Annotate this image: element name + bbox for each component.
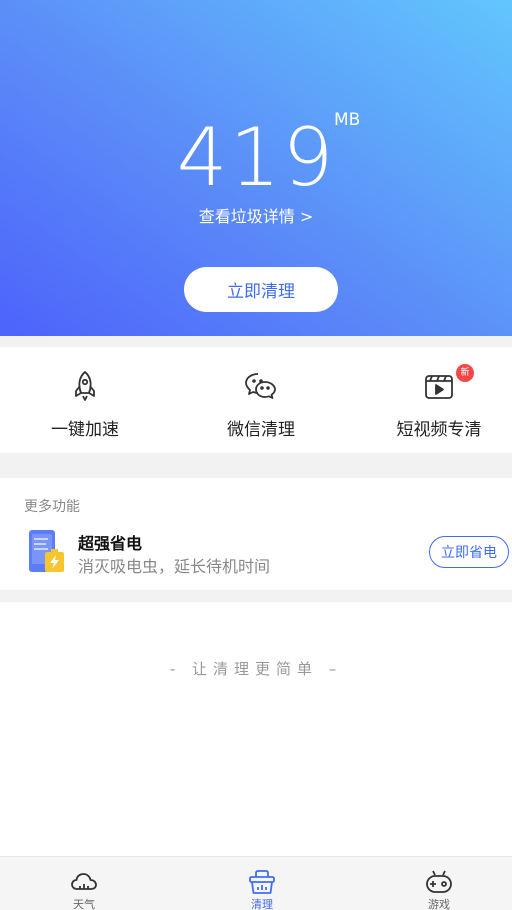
feature-power-saving-desc: 消灭吸电虫，延长待机时间	[78, 557, 271, 576]
tool-speed-up[interactable]: 一键加速	[0, 347, 170, 453]
tool-short-video-clean-label: 短视频专清	[396, 420, 482, 440]
save-power-button[interactable]: 立即省电	[429, 536, 509, 568]
rocket-icon	[75, 371, 95, 401]
junk-size-value: 419	[176, 111, 336, 204]
tab-weather[interactable]: 天气	[24, 857, 144, 910]
more-features-title: 更多功能	[24, 499, 80, 515]
battery-phone-icon	[29, 530, 64, 572]
junk-size-display: 419	[0, 108, 512, 208]
bottom-tab-bar: 天气 清理 游戏	[0, 856, 512, 910]
quick-tools-row: 一键加速 微信清理 新 短视频专清	[0, 347, 512, 453]
junk-hero-panel: 419 MB 查看垃圾详情 > 立即清理	[0, 0, 512, 336]
tab-clean-label: 清理	[251, 898, 273, 910]
tab-weather-label: 天气	[73, 898, 95, 910]
gamepad-icon	[426, 870, 452, 893]
slogan-text: - 让清理更简单 –	[169, 660, 343, 678]
clean-now-button[interactable]: 立即清理	[184, 267, 338, 312]
tool-wechat-clean[interactable]: 微信清理	[176, 347, 346, 453]
junk-size-unit: MB	[334, 110, 361, 130]
tool-speed-up-label: 一键加速	[51, 420, 119, 440]
cloud-icon	[71, 873, 97, 890]
footer-area: - 让清理更简单 –	[0, 602, 512, 856]
junk-detail-link[interactable]: 查看垃圾详情 >	[0, 203, 512, 227]
more-features-card: 更多功能 超强省电 消灭吸电虫，延长待机时间 立即省电	[0, 478, 512, 590]
tab-games[interactable]: 游戏	[379, 857, 499, 910]
tab-clean[interactable]: 清理	[202, 857, 322, 910]
tab-games-label: 游戏	[428, 898, 450, 910]
video-icon	[425, 375, 453, 399]
basket-icon	[249, 870, 275, 894]
tool-wechat-clean-label: 微信清理	[227, 420, 295, 440]
new-badge: 新	[456, 364, 474, 382]
wechat-icon	[245, 373, 276, 399]
tool-short-video-clean[interactable]: 新 短视频专清	[354, 347, 512, 453]
feature-power-saving-name: 超强省电	[78, 534, 143, 553]
